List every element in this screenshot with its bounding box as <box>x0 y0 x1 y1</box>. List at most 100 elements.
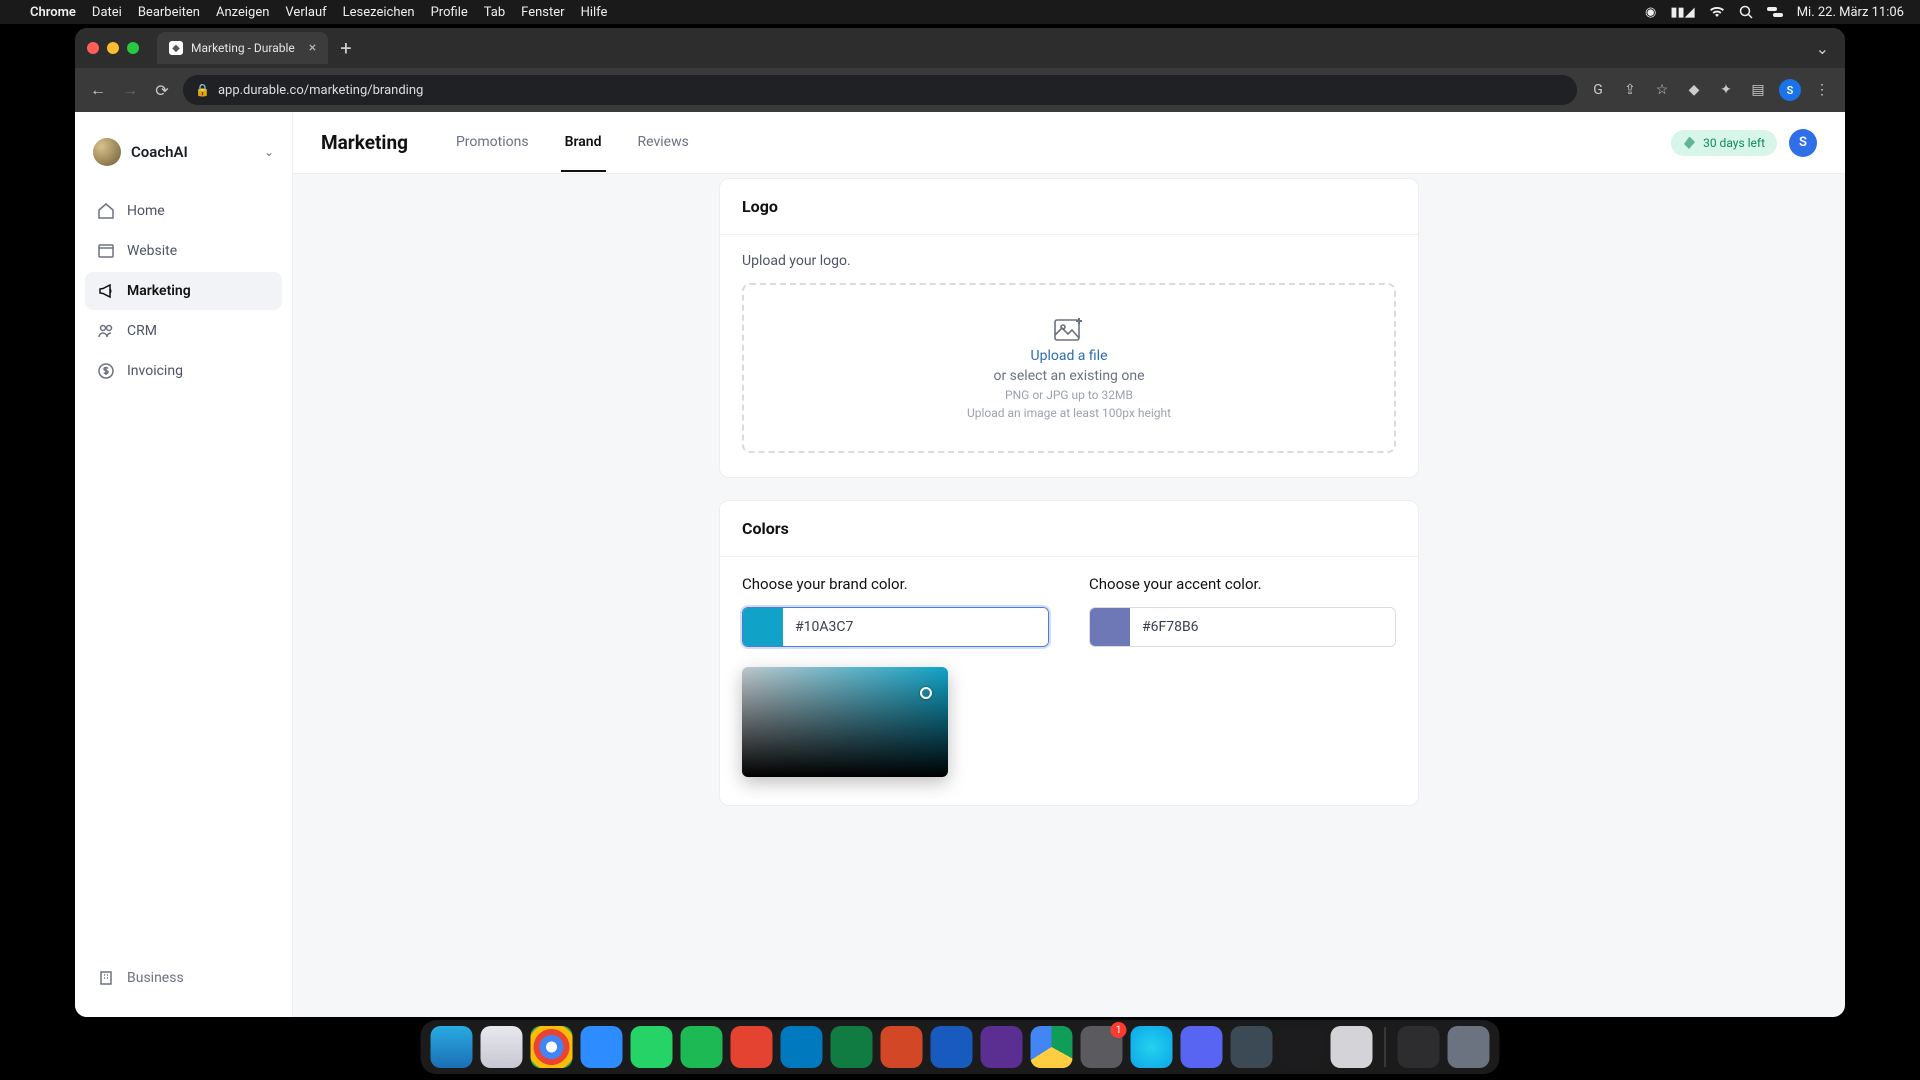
upload-or-text: or select an existing one <box>993 368 1144 384</box>
dock-drive-icon[interactable] <box>1031 1026 1073 1068</box>
dock-settings-icon[interactable]: 1 <box>1081 1026 1123 1068</box>
accent-color-input[interactable] <box>1089 607 1396 647</box>
dock-launchpad-icon[interactable] <box>1398 1026 1440 1068</box>
nav-list: Home Website Marketing CRM Invoicing <box>85 192 282 390</box>
lock-icon: 🔒 <box>195 83 210 97</box>
dock-trello-icon[interactable] <box>781 1026 823 1068</box>
user-avatar[interactable]: S <box>1789 129 1817 157</box>
mac-menubar: Chrome Datei Bearbeiten Anzeigen Verlauf… <box>0 0 1920 24</box>
dock-imovie-icon[interactable] <box>981 1026 1023 1068</box>
image-add-icon <box>1053 316 1085 344</box>
logo-upload-subtitle: Upload your logo. <box>742 253 1396 269</box>
dock-safari-icon[interactable] <box>481 1026 523 1068</box>
colors-card-title: Colors <box>720 501 1418 557</box>
tab-promotions[interactable]: Promotions <box>452 114 533 172</box>
close-window-icon[interactable] <box>87 42 99 54</box>
tag-icon <box>1683 136 1697 150</box>
megaphone-icon <box>97 282 115 300</box>
sidebar-item-business[interactable]: Business <box>85 959 282 997</box>
chrome-menu-icon[interactable]: ⋮ <box>1811 82 1833 98</box>
dock-voice-memos-icon[interactable] <box>1281 1026 1323 1068</box>
menu-hilfe[interactable]: Hilfe <box>581 5 608 20</box>
dock-word-icon[interactable] <box>931 1026 973 1068</box>
close-tab-icon[interactable]: × <box>309 40 316 56</box>
record-icon[interactable]: ◉ <box>1645 5 1656 20</box>
colors-card: Colors Choose your brand color. <box>719 500 1419 806</box>
search-icon[interactable] <box>1739 5 1753 19</box>
menubar-app[interactable]: Chrome <box>30 5 76 20</box>
url-text: app.durable.co/marketing/branding <box>218 83 423 98</box>
logo-dropzone[interactable]: Upload a file or select an existing one … <box>742 283 1396 453</box>
dock-whatsapp-icon[interactable] <box>631 1026 673 1068</box>
dock-todoist-icon[interactable] <box>731 1026 773 1068</box>
control-center-icon[interactable] <box>1767 6 1783 18</box>
dock-finder-icon[interactable] <box>431 1026 473 1068</box>
color-picker[interactable] <box>742 667 948 777</box>
menu-fenster[interactable]: Fenster <box>521 5 564 20</box>
sidebar-item-label: Website <box>127 243 177 259</box>
accent-color-field[interactable] <box>1130 608 1395 646</box>
dock-spotify-icon[interactable] <box>681 1026 723 1068</box>
tab-title: Marketing - Durable <box>191 41 295 55</box>
bookmark-icon[interactable]: ☆ <box>1651 82 1673 98</box>
sidebar-item-label: Marketing <box>127 283 191 299</box>
window-controls[interactable] <box>87 42 139 54</box>
browser-tab[interactable]: ◆ Marketing - Durable × <box>157 32 328 64</box>
tab-brand[interactable]: Brand <box>561 114 606 172</box>
back-button[interactable]: ← <box>87 80 109 100</box>
workspace-switcher[interactable]: CoachAI ⌄ <box>85 132 282 184</box>
brand-color-input[interactable] <box>742 607 1049 647</box>
menu-lesezeichen[interactable]: Lesezeichen <box>343 5 415 20</box>
wifi-icon[interactable] <box>1709 6 1725 18</box>
users-icon <box>97 322 115 340</box>
menu-profile[interactable]: Profile <box>431 5 468 20</box>
color-picker-handle[interactable] <box>920 687 932 699</box>
dock-siri-icon[interactable] <box>1131 1026 1173 1068</box>
menu-bearbeiten[interactable]: Bearbeiten <box>138 5 200 20</box>
sidebar-item-marketing[interactable]: Marketing <box>85 272 282 310</box>
trial-badge[interactable]: 30 days left <box>1671 130 1777 156</box>
tabs-menu-icon[interactable]: ⌄ <box>1816 39 1829 58</box>
forward-button[interactable]: → <box>119 80 141 100</box>
reload-button[interactable]: ⟳ <box>151 81 173 100</box>
sidebar-item-label: Home <box>127 203 165 219</box>
profile-avatar[interactable]: S <box>1779 79 1801 101</box>
clock[interactable]: Mi. 22. März 11:06 <box>1797 5 1904 20</box>
logo-card: Logo Upload your logo. Upload a file or … <box>719 178 1419 478</box>
menu-tab[interactable]: Tab <box>484 5 505 20</box>
maximize-window-icon[interactable] <box>127 42 139 54</box>
upload-file-link[interactable]: Upload a file <box>1031 348 1108 364</box>
new-tab-button[interactable]: + <box>340 36 351 60</box>
menu-verlauf[interactable]: Verlauf <box>285 5 326 20</box>
menu-datei[interactable]: Datei <box>92 5 122 20</box>
dock-zoom-icon[interactable] <box>581 1026 623 1068</box>
minimize-window-icon[interactable] <box>107 42 119 54</box>
sidebar-item-website[interactable]: Website <box>85 232 282 270</box>
dock-automator-icon[interactable] <box>1331 1026 1373 1068</box>
sidebar-item-home[interactable]: Home <box>85 192 282 230</box>
address-bar[interactable]: 🔒 app.durable.co/marketing/branding <box>183 75 1577 105</box>
dock-excel-icon[interactable] <box>831 1026 873 1068</box>
accent-color-swatch[interactable] <box>1090 608 1130 646</box>
share-icon[interactable]: ⇪ <box>1619 82 1641 98</box>
google-icon[interactable]: G <box>1587 82 1609 98</box>
dock-chrome-icon[interactable] <box>531 1026 573 1068</box>
sidebar-item-crm[interactable]: CRM <box>85 312 282 350</box>
sidepanel-icon[interactable]: ▤ <box>1747 82 1769 98</box>
dock-powerpoint-icon[interactable] <box>881 1026 923 1068</box>
extensions-icon[interactable]: ✦ <box>1715 82 1737 98</box>
extension-color-icon[interactable]: ◆ <box>1683 82 1705 98</box>
dock-quicktime-icon[interactable] <box>1231 1026 1273 1068</box>
dock-trash-icon[interactable] <box>1448 1026 1490 1068</box>
brand-color-field[interactable] <box>783 608 1048 646</box>
brand-color-swatch[interactable] <box>743 608 783 646</box>
home-icon <box>97 202 115 220</box>
battery-icon[interactable]: ▮▮◢ <box>1670 5 1694 20</box>
tab-bar: ◆ Marketing - Durable × + ⌄ <box>75 28 1845 68</box>
menu-anzeigen[interactable]: Anzeigen <box>216 5 269 20</box>
badge: 1 <box>1111 1022 1127 1038</box>
sidebar-item-invoicing[interactable]: Invoicing <box>85 352 282 390</box>
tab-reviews[interactable]: Reviews <box>634 114 693 172</box>
dock-discord-icon[interactable] <box>1181 1026 1223 1068</box>
content: Logo Upload your logo. Upload a file or … <box>293 174 1845 1017</box>
